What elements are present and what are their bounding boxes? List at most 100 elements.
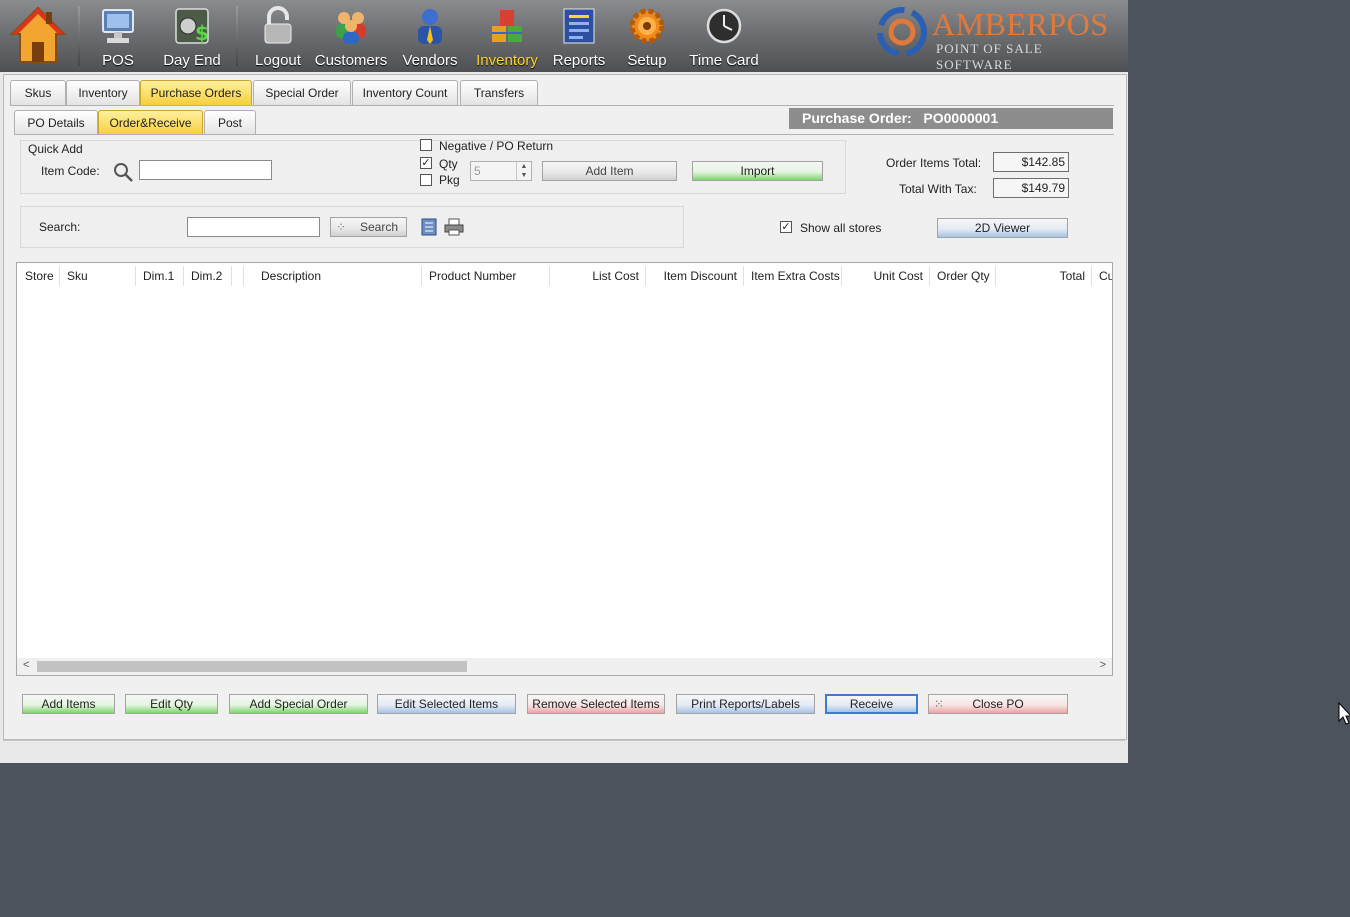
report-icon [563,8,595,44]
toolbar-logout-label: Logout [255,52,301,69]
toolbar-day-end[interactable]: $ Day End [156,0,228,72]
vendor-icon [418,9,442,44]
po-number: PO0000001 [923,110,999,126]
add-item-button[interactable]: Add Item [542,161,677,181]
logo-brand: AMBERPOS [932,6,1109,42]
scroll-left-icon[interactable]: < [23,659,29,671]
add-special-order-button[interactable]: Add Special Order [229,694,368,714]
tab-transfers[interactable]: Transfers [460,80,538,105]
column-divider[interactable] [841,266,842,286]
col-dim2[interactable]: Dim.2 [185,263,231,289]
col-sku[interactable]: Sku [61,263,135,289]
tab-skus[interactable]: Skus [10,80,66,105]
receive-button[interactable]: Receive [825,694,918,714]
col-list-cost[interactable]: List Cost [551,263,645,289]
column-divider[interactable] [645,266,646,286]
pkg-label: Pkg [439,173,460,187]
column-divider[interactable] [929,266,930,286]
print-reports-labels-button[interactable]: Print Reports/Labels [676,694,815,714]
toolbar-reports[interactable]: Reports [548,0,610,72]
po-items-grid[interactable]: Store Sku Dim.1 Dim.2 Description Produc… [16,262,1113,676]
horizontal-scrollbar[interactable]: < > [17,658,1112,675]
tab-post[interactable]: Post [204,110,256,135]
scrollbar-thumb[interactable] [37,661,467,672]
pkg-radio[interactable] [420,174,432,186]
add-items-button[interactable]: Add Items [22,694,115,714]
toolbar-customers[interactable]: Customers [312,0,390,72]
stepper-arrows-icon[interactable]: ▲ ▼ [516,162,531,180]
subtab-divider [14,134,1114,135]
safe-icon: $ [175,8,209,45]
tab-inventory[interactable]: Inventory [66,80,140,105]
tab-order-receive[interactable]: Order&Receive [98,110,203,135]
show-all-stores-label: Show all stores [800,221,882,235]
column-divider[interactable] [59,266,60,286]
col-product-number[interactable]: Product Number [423,263,549,289]
column-divider[interactable] [421,266,422,286]
qty-stepper[interactable]: 5 ▲ ▼ [470,161,532,181]
scroll-right-icon[interactable]: > [1100,659,1106,671]
column-divider[interactable] [231,266,232,286]
tab-inventory-count[interactable]: Inventory Count [352,80,458,105]
col-store[interactable]: Store [19,263,59,289]
close-po-label: Close PO [972,697,1024,711]
column-divider[interactable] [1091,266,1092,286]
home-button[interactable] [8,4,68,66]
toolbar-separator [236,6,238,66]
tab-po-details[interactable]: PO Details [14,110,98,135]
col-unit-cost[interactable]: Unit Cost [843,263,929,289]
col-order-qty[interactable]: Order Qty [931,263,995,289]
edit-qty-button[interactable]: Edit Qty [125,694,218,714]
main-toolbar: POS $ Day End Logout Customers Vendors I… [0,0,1128,72]
toolbar-day-end-label: Day End [163,52,221,69]
search-input[interactable] [187,217,320,237]
quick-add-title: Quick Add [28,142,83,156]
col-total[interactable]: Total [1007,263,1091,289]
tab-special-order[interactable]: Special Order [253,80,351,105]
customers-icon [336,12,366,44]
printer-icon[interactable] [444,218,464,236]
search-icon[interactable] [112,161,134,183]
boxes-icon [492,10,522,42]
close-po-button[interactable]: ⁙ Close PO [928,694,1068,714]
negative-po-return-checkbox[interactable] [420,139,432,151]
qty-radio[interactable]: ✓ [420,157,432,169]
toolbar-setup[interactable]: Setup [618,0,676,72]
negative-po-return-label: Negative / PO Return [439,139,554,153]
column-divider[interactable] [135,266,136,286]
grid-header: Store Sku Dim.1 Dim.2 Description Produc… [17,263,1112,289]
col-cu[interactable]: Cu [1093,263,1112,289]
2d-viewer-button[interactable]: 2D Viewer [937,218,1068,238]
col-dim1[interactable]: Dim.1 [137,263,183,289]
remove-selected-items-button[interactable]: Remove Selected Items [527,694,665,714]
home-icon [9,6,67,63]
toolbar-pos[interactable]: POS [90,0,146,72]
show-all-stores-checkbox[interactable]: ✓ [780,221,792,233]
column-divider[interactable] [995,266,996,286]
toolbar-time-card[interactable]: Time Card [684,0,764,72]
import-button[interactable]: Import [692,161,823,181]
tab-purchase-orders[interactable]: Purchase Orders [140,80,252,105]
toolbar-vendors[interactable]: Vendors [398,0,462,72]
toolbar-inventory[interactable]: Inventory [470,0,544,72]
column-divider[interactable] [243,266,244,286]
col-description[interactable]: Description [255,263,421,289]
column-divider[interactable] [743,266,744,286]
pos-terminal-icon [102,9,134,43]
column-divider[interactable] [549,266,550,286]
toolbar-logout[interactable]: Logout [248,0,308,72]
col-item-extra-costs[interactable]: Item Extra Costs [745,263,841,289]
item-code-input[interactable] [139,160,272,180]
toolbar-vendors-label: Vendors [402,52,458,69]
search-button[interactable]: ⁘ Search [330,217,407,237]
column-divider[interactable] [183,266,184,286]
col-item-discount[interactable]: Item Discount [647,263,743,289]
padlock-icon [264,6,292,44]
search-label: Search: [39,220,81,234]
app-window: POS $ Day End Logout Customers Vendors I… [0,0,1128,763]
total-with-tax-value: $149.79 [993,178,1069,198]
close-x-icon: ⁙ [934,697,945,711]
edit-selected-items-button[interactable]: Edit Selected Items [377,694,516,714]
document-icon[interactable] [420,218,438,236]
toolbar-setup-label: Setup [627,52,667,69]
